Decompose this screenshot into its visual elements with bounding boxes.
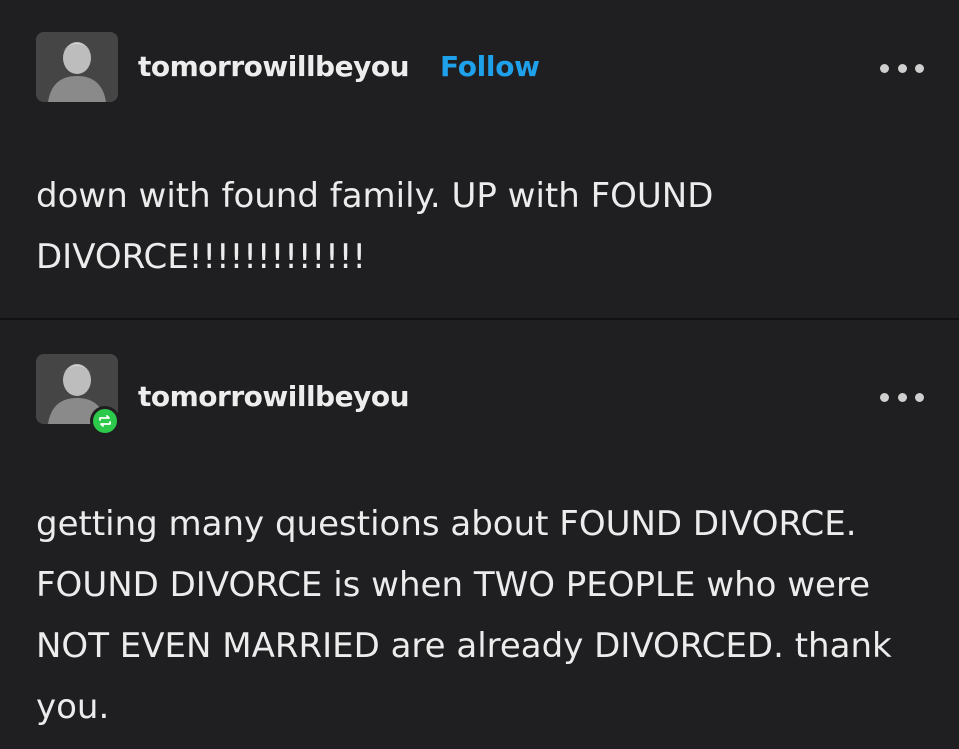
user-avatar-icon (36, 32, 118, 102)
avatar[interactable] (36, 32, 118, 102)
dot (880, 63, 889, 73)
dot (880, 392, 889, 402)
post-body: down with found family. UP with FOUND DI… (36, 176, 714, 277)
post-reblog: tomorrowillbeyou getting many questions … (0, 320, 959, 749)
follow-button[interactable]: Follow (440, 50, 540, 83)
dot (897, 392, 907, 402)
username[interactable]: tomorrowillbeyou (138, 380, 410, 413)
dot (915, 63, 924, 73)
post-original: tomorrowillbeyou Follow down with found … (0, 0, 959, 318)
dot (897, 63, 907, 73)
post-body: getting many questions about FOUND DIVOR… (36, 504, 892, 727)
more-dots-icon[interactable] (880, 387, 924, 407)
dot (915, 392, 924, 402)
username[interactable]: tomorrowillbeyou (138, 50, 410, 83)
more-dots-icon[interactable] (880, 58, 924, 78)
reblog-icon (90, 406, 120, 436)
